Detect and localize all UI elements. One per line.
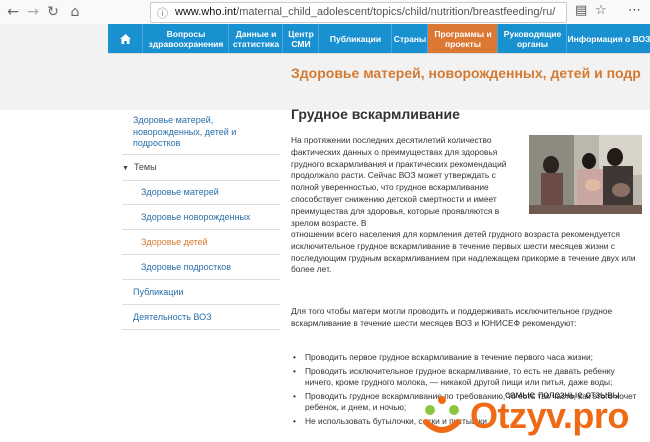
nav-item-data[interactable]: Данные и статистика (228, 24, 283, 53)
bullet-icon: • (293, 365, 296, 376)
article-paragraph: Для того чтобы матери могли проводить и … (291, 306, 613, 328)
sidebar-item-label: Здоровье матерей, новорожденных, детей и… (133, 115, 237, 148)
sidebar-item-label: Здоровье подростков (141, 262, 232, 272)
url-path: /maternal_child_adolescent/topics/child/… (236, 6, 556, 18)
sidebar-item-label: Темы (133, 162, 157, 172)
nav-item-health-topics[interactable]: Вопросы здравоохранения (142, 24, 229, 53)
list-item: • Проводить первое грудное вскармливание … (291, 352, 641, 364)
back-arrow-icon[interactable]: ← (4, 3, 22, 21)
sidebar-item-publications[interactable]: Публикации (122, 280, 280, 305)
url-text: www.who.int/maternal_child_adolescent/to… (175, 6, 555, 18)
reload-icon[interactable]: ↻ (44, 3, 62, 21)
sidebar-item-label: Здоровье матерей (141, 187, 219, 197)
browser-toolbar: ← → ↻ ⌂ ⓘ www.who.int/maternal_child_ado… (0, 0, 650, 25)
bullet-icon: • (293, 390, 296, 401)
house-icon (119, 33, 131, 44)
nav-item-media[interactable]: Центр СМИ (282, 24, 319, 53)
sidebar-item-child[interactable]: Здоровье детей (122, 230, 280, 255)
bookmark-star-icon[interactable]: ☆ (595, 3, 607, 18)
bullet-icon: • (293, 415, 296, 426)
sidebar-item-label: Деятельность ВОЗ (133, 312, 212, 322)
sidebar-item-mnch[interactable]: Здоровье матерей, новорожденных, детей и… (122, 107, 280, 155)
watermark-brand: Otzyv.pro (470, 395, 629, 436)
sidebar-item-adolescent[interactable]: Здоровье подростков (122, 255, 280, 280)
home-icon[interactable]: ⌂ (66, 3, 84, 21)
nav-home-button[interactable] (108, 24, 142, 53)
nav-item-publications[interactable]: Публикации (318, 24, 392, 53)
nav-item-countries[interactable]: Страны (391, 24, 428, 53)
bullet-icon: • (293, 352, 296, 362)
main-nav: Вопросы здравоохранения Данные и статист… (108, 24, 650, 53)
article-paragraph: отношении всего населения для кормления … (291, 229, 636, 275)
forward-arrow-icon[interactable]: → (24, 3, 42, 21)
nav-item-programmes[interactable]: Программы и проекты (427, 24, 498, 53)
watermark-logo-icon (423, 396, 461, 433)
sidebar-item-topics[interactable]: ▼ Темы (122, 155, 280, 181)
sidebar-item-label: Публикации (133, 287, 184, 297)
info-icon[interactable]: ⓘ (157, 5, 168, 21)
sidebar-item-activities[interactable]: Деятельность ВОЗ (122, 305, 280, 330)
nav-item-governance[interactable]: Руководящие органы (497, 24, 567, 53)
sidebar-item-newborn[interactable]: Здоровье новорожденных (122, 205, 280, 230)
reader-view-icon[interactable]: ▤ (575, 3, 587, 18)
nav-item-about[interactable]: Информация о ВОЗ (566, 24, 650, 53)
page-title: Грудное вскармливание (291, 106, 460, 122)
article-paragraph: На протяжении последних десятилетий коли… (291, 135, 507, 228)
divider (108, 53, 650, 54)
section-title[interactable]: Здоровье матерей, новорожденных, детей и… (291, 65, 641, 81)
list-item-text: Проводить исключительное грудное вскармл… (305, 365, 615, 388)
url-domain: www.who.int (175, 6, 237, 18)
sidebar-item-label: Здоровье детей (141, 237, 208, 247)
more-icon[interactable]: ⋯ (628, 3, 641, 18)
sidebar-item-maternal[interactable]: Здоровье матерей (122, 180, 280, 205)
address-bar[interactable]: ⓘ www.who.int/maternal_child_adolescent/… (150, 2, 567, 23)
mothers-breastfeeding-photo (529, 135, 642, 214)
sidebar-item-label: Здоровье новорожденных (141, 212, 251, 222)
caret-down-icon: ▼ (122, 165, 129, 172)
list-item: • Проводить исключительное грудное вскарм… (291, 366, 641, 389)
list-item-text: Проводить первое грудное вскармливание в… (305, 352, 593, 362)
